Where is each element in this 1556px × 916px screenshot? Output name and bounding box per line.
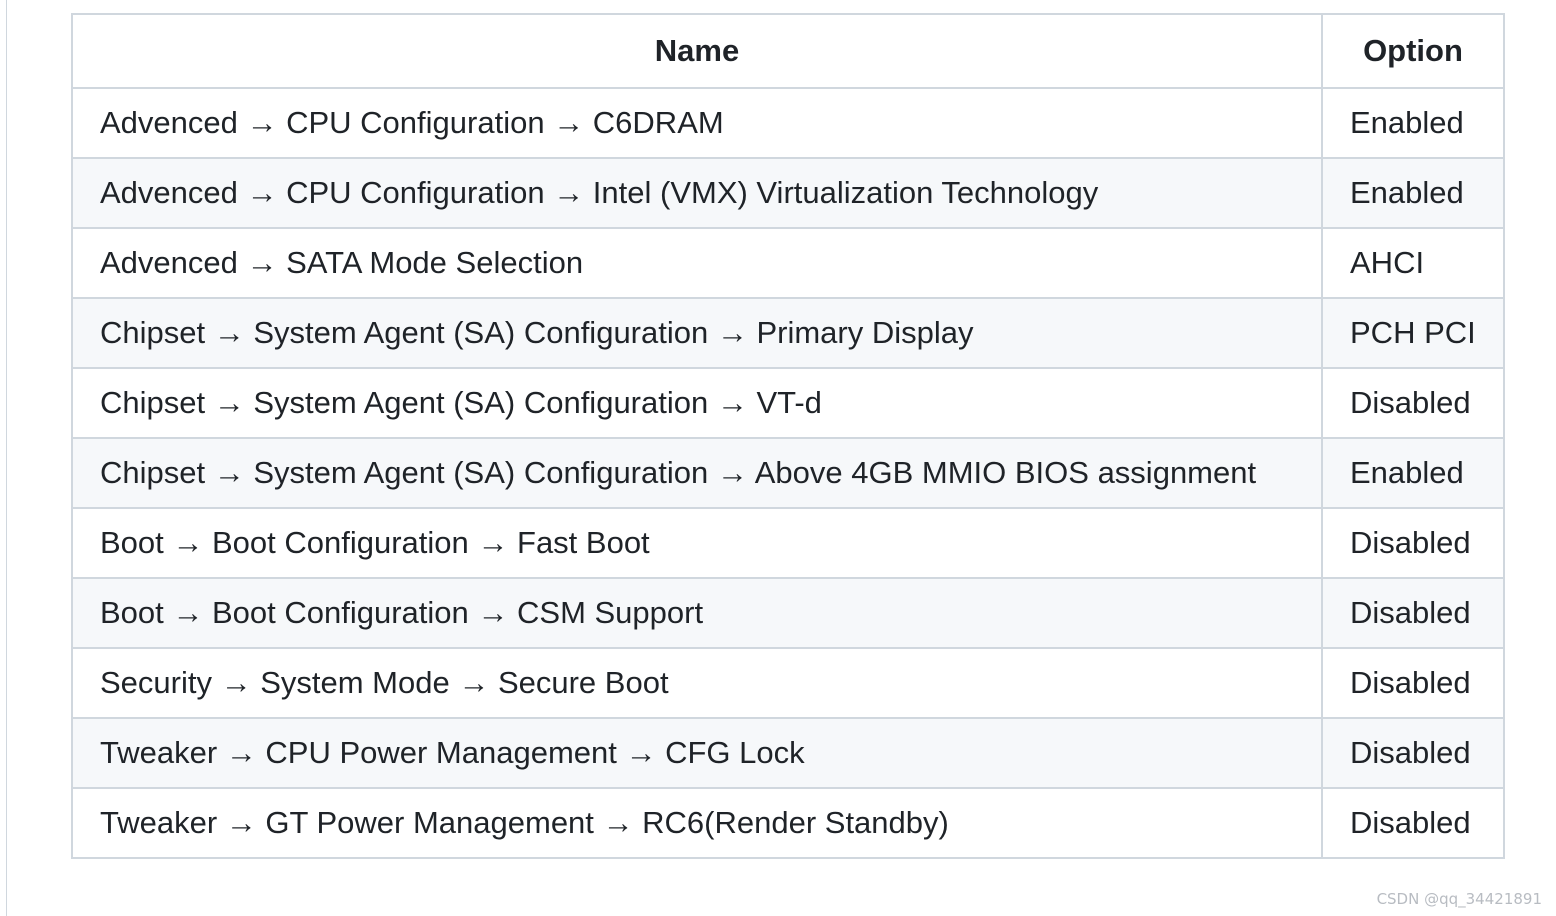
row-option: AHCI xyxy=(1321,227,1505,299)
watermark: CSDN @qq_34421891 xyxy=(1376,890,1542,908)
table-row: Tweaker → CPU Power Management → CFG Loc… xyxy=(71,717,1505,789)
table-row: Chipset → System Agent (SA) Configuratio… xyxy=(71,367,1505,439)
row-name: Advenced → CPU Configuration → C6DRAM xyxy=(71,87,1323,159)
header-name: Name xyxy=(71,13,1323,89)
table-row: Chipset → System Agent (SA) Configuratio… xyxy=(71,437,1505,509)
page: Name Option Advenced → CPU Configuration… xyxy=(0,0,1556,916)
row-name: Tweaker → CPU Power Management → CFG Loc… xyxy=(71,717,1323,789)
table-row: Advenced → SATA Mode Selection AHCI xyxy=(71,227,1505,299)
row-name: Chipset → System Agent (SA) Configuratio… xyxy=(71,367,1323,439)
row-option: Disabled xyxy=(1321,507,1505,579)
table-row: Advenced → CPU Configuration → C6DRAM En… xyxy=(71,87,1505,159)
table-row: Boot → Boot Configuration → Fast Boot Di… xyxy=(71,507,1505,579)
row-name: Security → System Mode → Secure Boot xyxy=(71,647,1323,719)
table-row: Boot → Boot Configuration → CSM Support … xyxy=(71,577,1505,649)
row-name: Boot → Boot Configuration → Fast Boot xyxy=(71,507,1323,579)
row-option: Disabled xyxy=(1321,717,1505,789)
row-name: Advenced → SATA Mode Selection xyxy=(71,227,1323,299)
row-option: Enabled xyxy=(1321,157,1505,229)
row-option: Enabled xyxy=(1321,87,1505,159)
row-option: Disabled xyxy=(1321,647,1505,719)
row-option: Disabled xyxy=(1321,367,1505,439)
row-option: Disabled xyxy=(1321,577,1505,649)
table-row: Advenced → CPU Configuration → Intel (VM… xyxy=(71,157,1505,229)
row-name: Tweaker → GT Power Management → RC6(Rend… xyxy=(71,787,1323,859)
table-row: Chipset → System Agent (SA) Configuratio… xyxy=(71,297,1505,369)
header-option: Option xyxy=(1321,13,1505,89)
row-option: Disabled xyxy=(1321,787,1505,859)
row-name: Advenced → CPU Configuration → Intel (VM… xyxy=(71,157,1323,229)
row-name: Chipset → System Agent (SA) Configuratio… xyxy=(71,437,1323,509)
bios-settings-table: Name Option Advenced → CPU Configuration… xyxy=(71,13,1505,859)
row-name: Boot → Boot Configuration → CSM Support xyxy=(71,577,1323,649)
row-option: Enabled xyxy=(1321,437,1505,509)
table-row: Security → System Mode → Secure Boot Dis… xyxy=(71,647,1505,719)
left-rule xyxy=(6,0,7,916)
row-name: Chipset → System Agent (SA) Configuratio… xyxy=(71,297,1323,369)
table-header-row: Name Option xyxy=(71,13,1505,89)
table-row: Tweaker → GT Power Management → RC6(Rend… xyxy=(71,787,1505,859)
row-option: PCH PCI xyxy=(1321,297,1505,369)
